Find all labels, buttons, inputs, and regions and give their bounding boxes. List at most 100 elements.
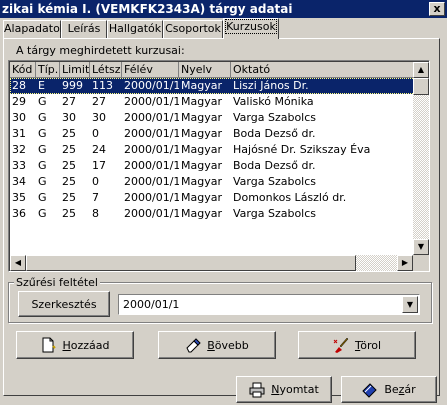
cell-tip: G xyxy=(38,111,47,124)
cell-limit: 25 xyxy=(62,159,76,172)
cell-felev: 2000/01/1 xyxy=(124,207,179,220)
printer-icon xyxy=(249,382,265,398)
scroll-up-arrow-icon[interactable]: ▲ xyxy=(413,62,429,78)
vertical-scrollbar[interactable]: ▲ ▼ xyxy=(413,62,429,255)
tab-label: Alapadatok xyxy=(4,22,67,35)
cell-felev: 2000/01/1 xyxy=(124,175,179,188)
scroll-down-arrow-icon[interactable]: ▼ xyxy=(413,239,429,255)
close-icon: x xyxy=(433,2,441,15)
print-button[interactable]: Nyomtat xyxy=(236,376,332,403)
tab-kurzusok[interactable]: Kurzusok xyxy=(223,18,279,39)
cell-letszam: 0 xyxy=(92,127,99,140)
cell-kod: 29 xyxy=(12,95,26,108)
vertical-scroll-thumb[interactable] xyxy=(413,78,429,95)
cell-letszam: 30 xyxy=(92,111,106,124)
cell-oktato: Valiskó Mónika xyxy=(233,95,314,108)
cell-tip: G xyxy=(38,175,47,188)
tab-label: Kurzusok xyxy=(225,19,277,34)
scroll-right-arrow-icon[interactable]: ▶ xyxy=(397,255,413,271)
cell-kod: 30 xyxy=(12,111,26,124)
table-row[interactable]: 35 G 25 7 2000/01/1 Magyar Domonkos László dr. xyxy=(10,190,415,206)
list-header: Kód Típ. Limit Létsz. Félév Nyelv Oktató xyxy=(10,62,415,78)
cell-limit: 27 xyxy=(62,95,76,108)
column-header-tip[interactable]: Típ. xyxy=(36,62,60,78)
column-header-letszam[interactable]: Létsz. xyxy=(90,62,122,78)
table-row[interactable]: 32 G 25 24 2000/01/1 Magyar Hajósné Dr. Sziksz… xyxy=(10,142,415,158)
table-row[interactable]: 36 G 25 8 2000/01/1 Magyar Varga Szabolcs xyxy=(10,206,415,222)
cell-oktato: Varga Szabolcs xyxy=(233,175,317,188)
add-button-label: Hozzáad xyxy=(62,338,110,352)
cell-oktato: Boda Dezső dr. xyxy=(233,127,316,140)
cell-letszam: 17 xyxy=(92,159,106,172)
delete-button[interactable]: Törol xyxy=(298,331,416,359)
tab-label: Hallgatók xyxy=(108,22,162,35)
semester-select[interactable]: 2000/01/1 ▼ xyxy=(118,294,420,315)
close-button-label: Bezár xyxy=(384,383,416,396)
more-button[interactable]: Bövebb xyxy=(158,331,276,359)
column-header-limit[interactable]: Limit xyxy=(60,62,90,78)
horizontal-scroll-thumb[interactable] xyxy=(26,255,356,271)
cell-nyelv: Magyar xyxy=(181,175,222,188)
cell-limit: 25 xyxy=(62,191,76,204)
cell-nyelv: Magyar xyxy=(181,79,222,92)
cell-felev: 2000/01/1 xyxy=(124,95,179,108)
cell-nyelv: Magyar xyxy=(181,127,222,140)
cell-nyelv: Magyar xyxy=(181,95,222,108)
tab-label: Leírás xyxy=(67,22,101,35)
cell-nyelv: Magyar xyxy=(181,159,222,172)
window-close-button[interactable]: x xyxy=(429,2,445,16)
horizontal-scrollbar[interactable]: ◀ ▶ xyxy=(10,255,413,271)
tab-hallgatok[interactable]: Hallgatók xyxy=(107,20,163,38)
cell-kod: 34 xyxy=(12,175,26,188)
add-button[interactable]: Hozzáad xyxy=(16,331,134,359)
chevron-down-icon[interactable]: ▼ xyxy=(402,296,418,313)
cell-oktato: Liszi János Dr. xyxy=(233,79,309,92)
cell-kod: 32 xyxy=(12,143,26,156)
print-button-label: Nyomtat xyxy=(271,383,319,396)
table-row[interactable]: 30 G 30 30 2000/01/1 Magyar Varga Szabolcs xyxy=(10,110,415,126)
edit-filter-button[interactable]: Szerkesztés xyxy=(18,291,110,317)
table-row[interactable]: 34 G 25 0 2000/01/1 Magyar Varga Szabolcs xyxy=(10,174,415,190)
course-list[interactable]: Kód Típ. Limit Létsz. Félév Nyelv Oktató… xyxy=(8,60,430,272)
cell-tip: G xyxy=(38,159,47,172)
cell-limit: 25 xyxy=(62,143,76,156)
cell-oktato: Domonkos László dr. xyxy=(233,191,347,204)
cell-letszam: 113 xyxy=(92,79,113,92)
cell-oktato: Varga Szabolcs xyxy=(233,111,317,124)
cell-tip: G xyxy=(38,127,47,140)
cell-felev: 2000/01/1 xyxy=(124,191,179,204)
cell-tip: G xyxy=(38,95,47,108)
table-row[interactable]: 33 G 25 17 2000/01/1 Magyar Boda Dezső dr. xyxy=(10,158,415,174)
cell-letszam: 7 xyxy=(92,191,99,204)
scrollbar-corner xyxy=(413,255,429,271)
table-row[interactable]: 31 G 25 0 2000/01/1 Magyar Boda Dezső dr. xyxy=(10,126,415,142)
new-document-icon xyxy=(40,337,57,353)
column-header-kod[interactable]: Kód xyxy=(10,62,36,78)
close-book-icon xyxy=(362,382,378,398)
tab-alapadatok[interactable]: Alapadatok xyxy=(3,20,66,38)
scroll-left-arrow-icon[interactable]: ◀ xyxy=(10,255,26,271)
close-button[interactable]: Bezár xyxy=(341,376,437,403)
cell-felev: 2000/01/1 xyxy=(124,79,179,92)
window-title: zikai kémia I. (VEMKFK2343A) tárgy adata… xyxy=(2,2,293,16)
table-row[interactable]: 29 G 27 27 2000/01/1 Magyar Valiskó Mónika xyxy=(10,94,415,110)
column-header-felev[interactable]: Félév xyxy=(122,62,179,78)
cell-letszam: 0 xyxy=(92,175,99,188)
tab-leiras[interactable]: Leírás xyxy=(61,20,107,38)
cell-felev: 2000/01/1 xyxy=(124,143,179,156)
tab-label: Csoportok xyxy=(165,22,221,35)
edit-filter-label: Szerkesztés xyxy=(31,297,97,311)
cell-oktato: Boda Dezső dr. xyxy=(233,159,316,172)
cell-nyelv: Magyar xyxy=(181,143,222,156)
cell-limit: 25 xyxy=(62,127,76,140)
column-header-nyelv[interactable]: Nyelv xyxy=(179,62,231,78)
tab-csoportok[interactable]: Csoportok xyxy=(163,20,223,38)
edit-eraser-icon xyxy=(185,337,201,353)
cell-kod: 33 xyxy=(12,159,26,172)
cell-letszam: 24 xyxy=(92,143,106,156)
cell-nyelv: Magyar xyxy=(181,111,222,124)
table-row[interactable]: 28 E 999 113 2000/01/1 Magyar Liszi János Dr. xyxy=(10,78,415,94)
column-header-oktato[interactable]: Oktató xyxy=(231,62,415,78)
more-button-label: Bövebb xyxy=(207,338,249,352)
cell-nyelv: Magyar xyxy=(181,191,222,204)
